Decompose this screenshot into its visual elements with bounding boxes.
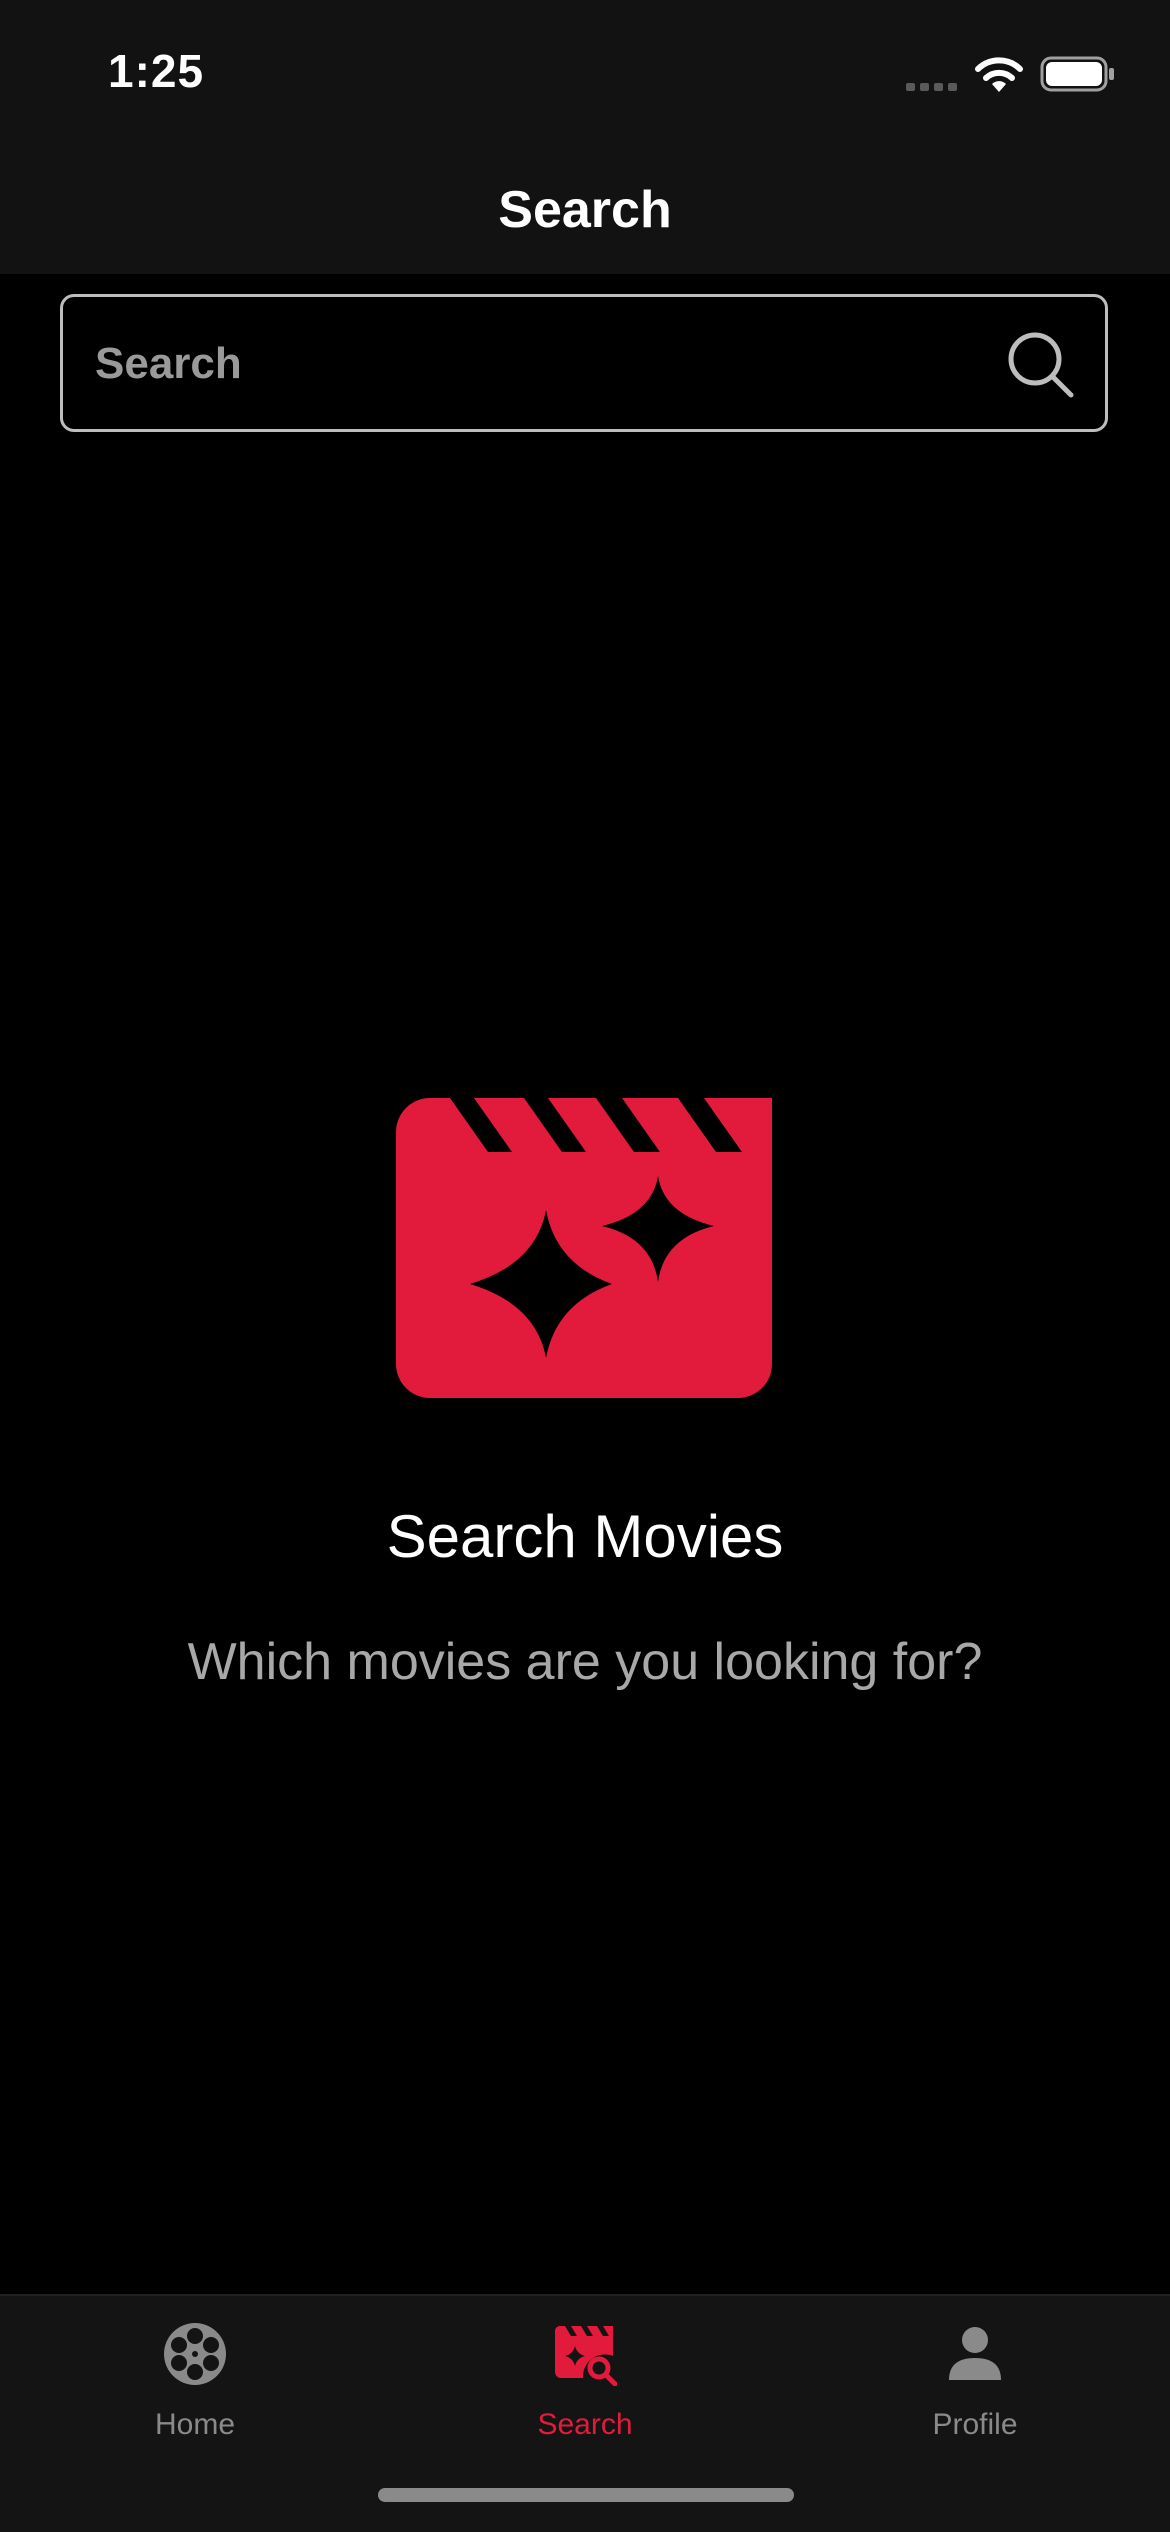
search-field[interactable] [60, 294, 1108, 432]
home-indicator[interactable] [378, 2488, 794, 2502]
clapperboard-sparkle-icon [396, 1098, 772, 1398]
tab-home-label: Home [154, 2408, 236, 2441]
empty-state-subtitle: Which movies are you looking for? [187, 1633, 983, 1691]
tab-search-label: Search [537, 2408, 633, 2441]
battery-icon [1040, 56, 1114, 92]
person-icon [949, 2327, 1001, 2380]
tab-home[interactable]: Home [0, 2296, 390, 2456]
empty-state-title: Search Movies [386, 1503, 784, 1570]
search-input[interactable] [93, 297, 997, 431]
clapperboard-search-icon [555, 2326, 617, 2386]
tab-profile-label: Profile [932, 2408, 1018, 2441]
cellular-signal-icon [906, 83, 957, 91]
film-reel-icon [164, 2323, 226, 2385]
status-time: 1:25 [108, 45, 205, 97]
tab-search[interactable]: Search [390, 2296, 780, 2456]
wifi-icon [975, 57, 1023, 92]
navigation-header: Search [0, 140, 1170, 274]
page-title: Search [498, 181, 672, 239]
status-bar: 1:25 [0, 0, 1170, 140]
search-icon[interactable] [1005, 329, 1077, 401]
tab-profile[interactable]: Profile [780, 2296, 1170, 2456]
